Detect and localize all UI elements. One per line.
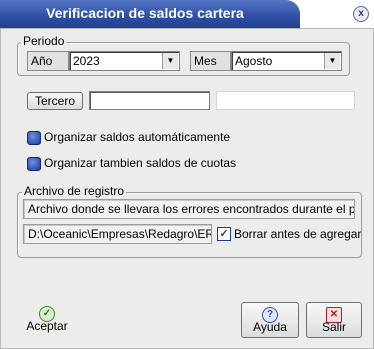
borrar-label: Borrar antes de agregar <box>234 227 362 241</box>
archivo-description-text: Archivo donde se llevara los errores enc… <box>28 202 355 216</box>
ano-label-box: Año <box>27 51 69 71</box>
mes-label: Mes <box>194 54 217 68</box>
ayuda-button[interactable]: ? Ayuda <box>241 302 299 338</box>
mes-select[interactable]: Agosto ▼ <box>231 51 342 71</box>
aceptar-button[interactable]: ✓ Aceptar <box>18 302 76 336</box>
mes-label-box: Mes <box>190 51 231 71</box>
periodo-legend: Periodo <box>21 34 67 48</box>
borrar-checkbox[interactable]: ✓ <box>217 227 231 241</box>
title-bar[interactable]: Verificacion de saldos cartera x <box>0 0 374 28</box>
ayuda-label: Ayuda <box>253 320 287 334</box>
salir-label: Salir <box>321 320 346 334</box>
tercero-button[interactable]: Tercero <box>27 92 83 110</box>
mes-value: Agosto <box>235 54 273 68</box>
archivo-legend: Archivo de registro <box>22 184 127 198</box>
window-title: Verificacion de saldos cartera <box>46 5 244 21</box>
ano-value: 2023 <box>73 54 100 68</box>
archivo-path-value: D:\Oceanic\Empresas\Redagro\ERR <box>28 227 212 241</box>
organizar-cuotas-toggle[interactable] <box>27 157 41 171</box>
organizar-saldos-label: Organizar saldos automáticamente <box>44 130 231 144</box>
chevron-down-icon[interactable]: ▼ <box>324 53 340 69</box>
organizar-saldos-toggle[interactable] <box>27 131 41 145</box>
archivo-description: Archivo donde se llevara los errores enc… <box>23 199 355 219</box>
close-icon[interactable]: x <box>353 6 369 22</box>
aceptar-label: Aceptar <box>26 319 68 333</box>
ano-select[interactable]: 2023 ▼ <box>69 51 180 71</box>
salir-button[interactable]: ✕ Salir <box>306 302 362 338</box>
archivo-path-field[interactable]: D:\Oceanic\Empresas\Redagro\ERR <box>23 224 212 244</box>
dialog-body: Periodo Año 2023 ▼ Mes Agosto ▼ Tercero … <box>0 28 374 349</box>
ano-label: Año <box>31 54 53 68</box>
organizar-cuotas-label: Organizar tambien saldos de cuotas <box>44 156 237 170</box>
dialog-window: Verificacion de saldos cartera x Periodo… <box>0 0 374 349</box>
tercero-description <box>216 91 355 110</box>
chevron-down-icon[interactable]: ▼ <box>162 53 178 69</box>
tercero-input[interactable] <box>89 91 210 110</box>
